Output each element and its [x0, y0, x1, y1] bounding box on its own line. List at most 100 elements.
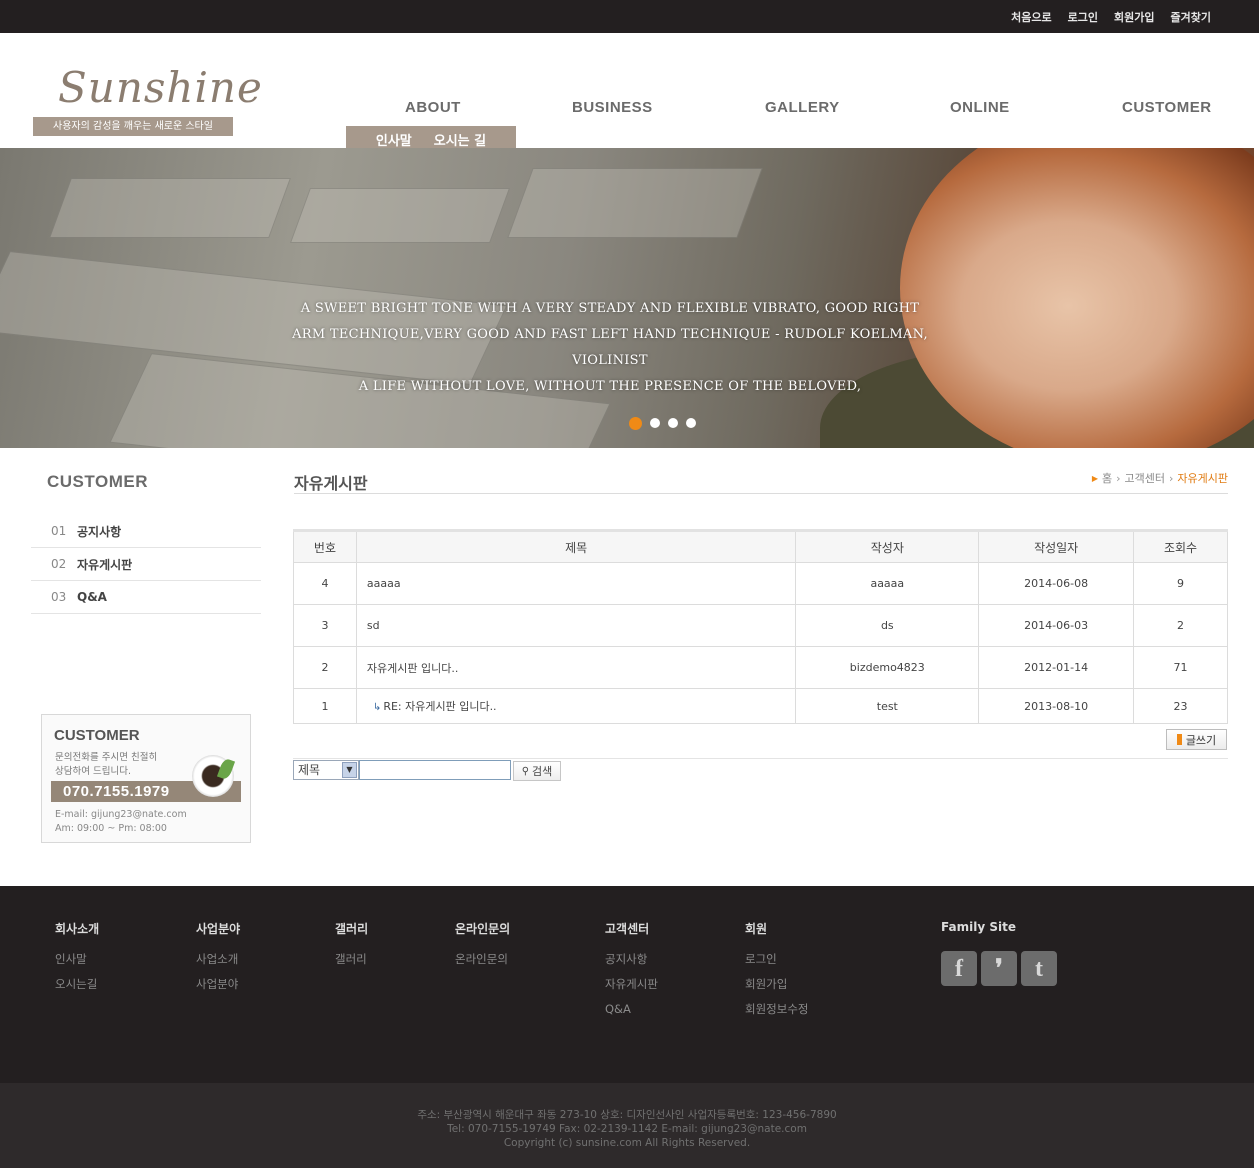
col-header-no: 번호 — [293, 530, 357, 563]
footer-link[interactable]: 사업분야 — [196, 972, 240, 997]
write-button[interactable]: 글쓰기 — [1166, 729, 1227, 750]
breadcrumb-home[interactable]: 홈 — [1102, 470, 1112, 486]
title-divider — [294, 493, 1228, 494]
post-subject-link[interactable]: sd — [355, 604, 797, 647]
nav-about[interactable]: ABOUT — [405, 99, 461, 116]
pavement-stone — [49, 178, 291, 238]
footer-link[interactable]: 갤러리 — [335, 947, 368, 972]
divider — [293, 758, 1228, 759]
footer-link[interactable]: 회원정보수정 — [745, 997, 808, 1022]
hero-line: A SWEET BRIGHT TONE WITH A VERY STEADY A… — [300, 301, 920, 316]
submenu-greeting[interactable]: 인사말 — [376, 130, 412, 149]
slide-dot-1[interactable] — [629, 417, 642, 430]
col-header-date: 작성일자 — [978, 530, 1135, 563]
breadcrumb-section[interactable]: 고객센터 — [1125, 470, 1165, 486]
sidebar-item-freeboard[interactable]: 02 자유게시판 — [31, 548, 261, 581]
nav-online[interactable]: ONLINE — [950, 99, 1010, 116]
footer-col-customer: 고객센터 공지사항 자유게시판 Q&A — [605, 920, 658, 1022]
footer-col-title: 온라인문의 — [455, 922, 511, 936]
breadcrumb: ▶ 홈 › 고객센터 › 자유게시판 — [1092, 470, 1228, 486]
facebook-icon[interactable]: f — [941, 951, 977, 986]
nav-gallery[interactable]: GALLERY — [765, 99, 840, 116]
nav-business[interactable]: BUSINESS — [572, 99, 653, 116]
sidebar-item-num: 03 — [51, 590, 67, 604]
col-header-subject: 제목 — [355, 530, 797, 563]
nav-customer[interactable]: CUSTOMER — [1122, 99, 1212, 116]
hero-line: A LIFE WITHOUT LOVE, WITHOUT THE PRESENC… — [358, 379, 862, 394]
footer-col-title: 회원 — [745, 922, 768, 936]
slide-dot-2[interactable] — [650, 418, 660, 428]
footer-link[interactable]: 자유게시판 — [605, 972, 658, 997]
footer-col-title: 회사소개 — [55, 922, 100, 936]
reply-arrow-icon: ↳ — [372, 702, 382, 713]
footer-link[interactable]: 회원가입 — [745, 972, 808, 997]
cell-date: 2014-06-03 — [978, 604, 1135, 647]
search-input[interactable] — [359, 760, 511, 780]
cs-email: E-mail: gijung23@nate.com — [55, 809, 187, 820]
cell-date: 2013-08-10 — [978, 688, 1135, 724]
footer-link[interactable]: 인사말 — [55, 947, 99, 972]
logo[interactable]: Sunshine — [58, 63, 263, 112]
chevron-right-icon: › — [1168, 471, 1174, 485]
sidebar-item-label: Q&A — [77, 590, 107, 604]
cell-no: 3 — [293, 604, 357, 647]
cell-writer: aaaaa — [795, 562, 980, 605]
footer-col-business: 사업분야 사업소개 사업분야 — [196, 920, 240, 997]
footer-link[interactable]: 공지사항 — [605, 947, 658, 972]
sidebar-item-notice[interactable]: 01 공지사항 — [31, 515, 261, 548]
top-bar: 처음으로 로그인 회원가입 즐겨찾기 — [0, 0, 1259, 33]
header: Sunshine 사용자의 감성을 깨우는 새로운 스타일 ABOUT BUSI… — [0, 33, 1259, 152]
post-subject-link[interactable]: 자유게시판 입니다.. — [355, 646, 797, 689]
twitter-icon[interactable]: t — [1021, 951, 1057, 986]
cs-hours: Am: 09:00 ~ Pm: 08:00 — [55, 823, 167, 834]
footer-copyright: Copyright (c) sunsine.com All Rights Res… — [503, 1137, 751, 1149]
cs-desc-line: 상담하여 드립니다. — [55, 766, 131, 777]
sidebar-item-num: 02 — [51, 557, 67, 571]
cell-date: 2012-01-14 — [978, 646, 1135, 689]
logo-tagline: 사용자의 감성을 깨우는 새로운 스타일 — [33, 117, 233, 136]
footer-col-gallery: 갤러리 갤러리 — [335, 920, 368, 972]
footer-col-title: 갤러리 — [335, 922, 369, 936]
cell-no: 2 — [293, 646, 357, 689]
login-link[interactable]: 로그인 — [1068, 9, 1098, 25]
cell-views: 2 — [1133, 604, 1228, 647]
hero-caption: A SWEET BRIGHT TONE WITH A VERY STEADY A… — [260, 296, 960, 400]
table-row: 2 자유게시판 입니다.. bizdemo4823 2012-01-14 71 — [293, 646, 1228, 689]
cs-title: CUSTOMER — [54, 727, 140, 744]
search-icon: ⚲ — [521, 765, 530, 777]
blog-icon[interactable]: ❜ — [981, 951, 1017, 986]
search-field-value: 제목 — [298, 763, 321, 777]
home-link[interactable]: 처음으로 — [1011, 9, 1051, 25]
footer-col-title: 고객센터 — [605, 922, 650, 936]
family-site-title: Family Site — [941, 920, 1016, 934]
join-link[interactable]: 회원가입 — [1114, 9, 1154, 25]
chevron-down-icon: ▼ — [342, 762, 357, 778]
footer-link[interactable]: 사업소개 — [196, 947, 240, 972]
board-table: 번호 제목 작성자 작성일자 조회수 4 aaaaa aaaaa 2014-06… — [293, 529, 1228, 724]
post-subject-link[interactable]: aaaaa — [355, 562, 797, 605]
post-subject-link[interactable]: RE: 자유게시판 입니다.. — [383, 700, 496, 713]
footer-link[interactable]: Q&A — [605, 997, 658, 1022]
footer-link[interactable]: 온라인문의 — [455, 947, 510, 972]
footer-link[interactable]: 로그인 — [745, 947, 808, 972]
submenu-directions[interactable]: 오시는 길 — [434, 130, 486, 149]
slide-dot-4[interactable] — [686, 418, 696, 428]
search-button[interactable]: ⚲ 검색 — [513, 761, 561, 781]
footer-link[interactable]: 오시는길 — [55, 972, 99, 997]
write-button-label: 글쓰기 — [1185, 733, 1217, 747]
copyright-bar: 주소: 부산광역시 해운대구 좌동 273-10 상호: 디자인선사인 사업자등… — [0, 1083, 1254, 1168]
bookmark-link[interactable]: 즐겨찾기 — [1171, 9, 1211, 25]
chevron-right-icon: › — [1116, 471, 1121, 485]
cs-description: 문의전화를 주시면 친절히 상담하여 드립니다. — [55, 751, 157, 779]
cell-date: 2014-06-08 — [978, 562, 1135, 605]
family-site: Family Site — [941, 920, 1016, 934]
sns-links: f ❜ t — [941, 951, 1057, 986]
top-links: 처음으로 로그인 회원가입 즐겨찾기 — [1011, 9, 1211, 25]
sidebar-item-qna[interactable]: 03 Q&A — [31, 581, 261, 614]
footer-col-company: 회사소개 인사말 오시는길 — [55, 920, 99, 997]
footer-col-title: 사업분야 — [196, 922, 241, 936]
cell-writer: test — [795, 688, 980, 724]
footer-address: 주소: 부산광역시 해운대구 좌동 273-10 상호: 디자인선사인 사업자등… — [417, 1109, 837, 1121]
slide-dot-3[interactable] — [668, 418, 678, 428]
search-field-select[interactable]: 제목 ▼ — [293, 760, 359, 780]
